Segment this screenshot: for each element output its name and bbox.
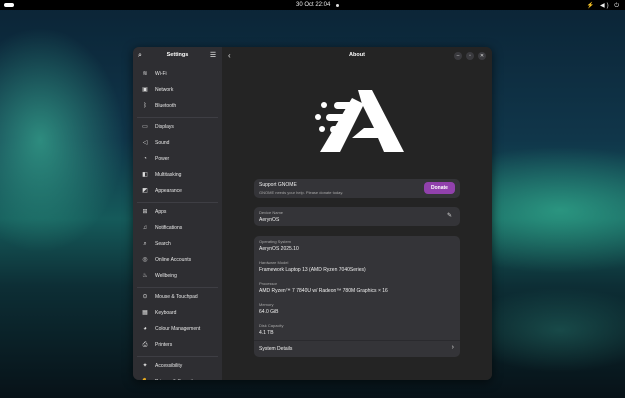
sidebar-item-wellbeing[interactable]: ♨ Wellbeing — [137, 270, 218, 282]
sidebar-separator — [137, 202, 218, 203]
spec-label: Processor — [259, 281, 278, 286]
sidebar-item-label: Privacy & Security — [155, 376, 196, 380]
sidebar-item-wi-fi[interactable]: ≋ Wi-Fi — [137, 68, 218, 80]
hamburger-menu-icon[interactable]: ☰ — [209, 52, 217, 60]
support-gnome-card: Support GNOME GNOME needs your help. Ple… — [254, 179, 460, 198]
sidebar-item-label: Network — [155, 87, 174, 93]
sidebar-item-keyboard[interactable]: ▦ Keyboard — [137, 307, 218, 319]
apps-icon: ⊞ — [142, 209, 148, 215]
close-button[interactable]: ✕ — [478, 52, 486, 60]
search-icon: ⌕ — [143, 241, 147, 247]
device-name-value: AerynOS — [259, 217, 280, 223]
spec-value: 4.1 TB — [259, 330, 274, 336]
sidebar-item-label: Apps — [155, 209, 167, 215]
sidebar-item-privacy-security[interactable]: ✋ Privacy & Security — [137, 376, 218, 380]
wifi-icon: ≋ — [142, 71, 148, 77]
donate-button[interactable]: Donate — [424, 182, 455, 194]
sidebar-item-label: Displays — [155, 124, 174, 130]
sidebar-separator — [137, 287, 218, 288]
page-title: About — [349, 52, 365, 58]
spec-value: AerynOS 2025.10 — [259, 246, 299, 252]
device-name-label: Device Name — [259, 210, 284, 215]
notification-dot — [336, 3, 339, 7]
device-name-row[interactable]: Device Name AerynOS ✎ — [254, 207, 460, 226]
sidebar-item-network[interactable]: ▣ Network — [137, 84, 218, 96]
sidebar-item-label: Multitasking — [155, 172, 182, 178]
sidebar-item-label: Sound — [155, 140, 170, 146]
sidebar-item-notifications[interactable]: ♫ Notifications — [137, 222, 218, 234]
support-subtitle: GNOME needs your help. Please donate tod… — [259, 190, 344, 195]
sidebar-item-label: Bluetooth — [155, 103, 177, 109]
sidebar-item-multitasking[interactable]: ◧ Multitasking — [137, 169, 218, 181]
sidebar-item-printers[interactable]: ⎙ Printers — [137, 339, 218, 351]
sidebar-separator — [137, 117, 218, 118]
support-title: Support GNOME — [259, 182, 297, 188]
spec-value: 64.0 GiB — [259, 309, 279, 315]
sidebar-item-apps[interactable]: ⊞ Apps — [137, 206, 218, 218]
chevron-right-icon: › — [451, 344, 454, 351]
clock[interactable]: 30 Oct 22:04 — [296, 2, 330, 8]
spec-label: Operating System — [259, 239, 292, 244]
spec-label: Disk Capacity — [259, 323, 284, 328]
printer-icon: ⎙ — [142, 342, 148, 348]
os-logo — [315, 90, 404, 152]
multitasking-icon: ◧ — [142, 172, 148, 178]
sidebar-item-sound[interactable]: ◁ Sound — [137, 137, 218, 149]
sidebar-item-label: Wellbeing — [155, 273, 177, 279]
system-status-icons[interactable]: ⚡ ◀) ⏻ — [587, 2, 621, 10]
sidebar-item-bluetooth[interactable]: ᛒ Bluetooth — [137, 100, 218, 112]
system-details-row[interactable]: System Details › — [254, 341, 460, 357]
accounts-icon: ◎ — [142, 257, 148, 263]
system-details-label: System Details — [259, 346, 293, 352]
sidebar-item-label: Keyboard — [155, 310, 177, 316]
maximize-button[interactable]: ▫ — [466, 52, 474, 60]
privacy-icon: ✋ — [141, 376, 149, 380]
sidebar-item-appearance[interactable]: ◩ Appearance — [137, 185, 218, 197]
network-icon: ▣ — [142, 87, 148, 93]
display-icon: ▭ — [142, 124, 148, 130]
top-bar: 30 Oct 22:04 ⚡ ◀) ⏻ — [0, 0, 625, 10]
sidebar-item-label: Wi-Fi — [155, 71, 167, 77]
sidebar-item-label: Notifications — [155, 225, 183, 231]
sidebar-item-online-accounts[interactable]: ◎ Online Accounts — [137, 254, 218, 266]
about-page: ‹ About – ▫ ✕ Support GNOME GNOME needs … — [222, 47, 492, 380]
sidebar-item-power[interactable]: ◔ Power — [137, 153, 218, 165]
bell-icon: ♫ — [142, 225, 148, 231]
minimize-button[interactable]: – — [454, 52, 462, 60]
sidebar-item-accessibility[interactable]: ✦ Accessibility — [137, 360, 218, 372]
color-icon: ◕ — [143, 326, 147, 332]
sidebar-item-label: Colour Management — [155, 326, 201, 332]
sidebar-item-mouse-touchpad[interactable]: ⊙ Mouse & Touchpad — [137, 291, 218, 303]
sidebar-item-displays[interactable]: ▭ Displays — [137, 121, 218, 133]
sidebar-header: ⌕ Settings ☰ — [133, 47, 222, 65]
sidebar-item-label: Appearance — [155, 188, 182, 194]
keyboard-icon: ▦ — [142, 310, 148, 316]
sidebar: ⌕ Settings ☰ ≋ Wi-Fi ▣ Network ᛒ Bluetooth ▭ Di… — [133, 47, 222, 380]
mouse-icon: ⊙ — [142, 294, 148, 300]
sidebar-separator — [137, 356, 218, 357]
edit-pencil-icon[interactable]: ✎ — [447, 212, 452, 219]
sidebar-item-label: Power — [155, 156, 170, 162]
bluetooth-icon: ᛒ — [143, 103, 147, 109]
activities-button[interactable] — [4, 3, 14, 7]
sidebar-item-label: Accessibility — [155, 363, 183, 369]
settings-window: ⌕ Settings ☰ ≋ Wi-Fi ▣ Network ᛒ Bluetooth ▭ Di… — [133, 47, 492, 380]
specs-card: Operating System AerynOS 2025.10 Hardware … — [254, 236, 460, 357]
wellbeing-icon: ♨ — [142, 273, 148, 279]
sidebar-item-label: Printers — [155, 342, 173, 348]
sidebar-item-label: Search — [155, 241, 171, 247]
accessibility-icon: ✦ — [142, 363, 148, 369]
spec-value: Framework Laptop 13 (AMD Ryzen 7040Serie… — [259, 267, 366, 273]
spec-value: AMD Ryzen™ 7 7840U w/ Radeon™ 780M Graph… — [259, 288, 388, 294]
power-icon: ◔ — [143, 156, 147, 162]
sidebar-item-colour-management[interactable]: ◕ Colour Management — [137, 323, 218, 335]
spec-label: Hardware Model — [259, 260, 289, 265]
sidebar-item-label: Online Accounts — [155, 257, 192, 263]
spec-label: Memory — [259, 302, 274, 307]
sound-icon: ◁ — [142, 140, 148, 146]
sidebar-item-label: Mouse & Touchpad — [155, 294, 198, 300]
appearance-icon: ◩ — [142, 188, 148, 194]
sidebar-item-search[interactable]: ⌕ Search — [137, 238, 218, 250]
